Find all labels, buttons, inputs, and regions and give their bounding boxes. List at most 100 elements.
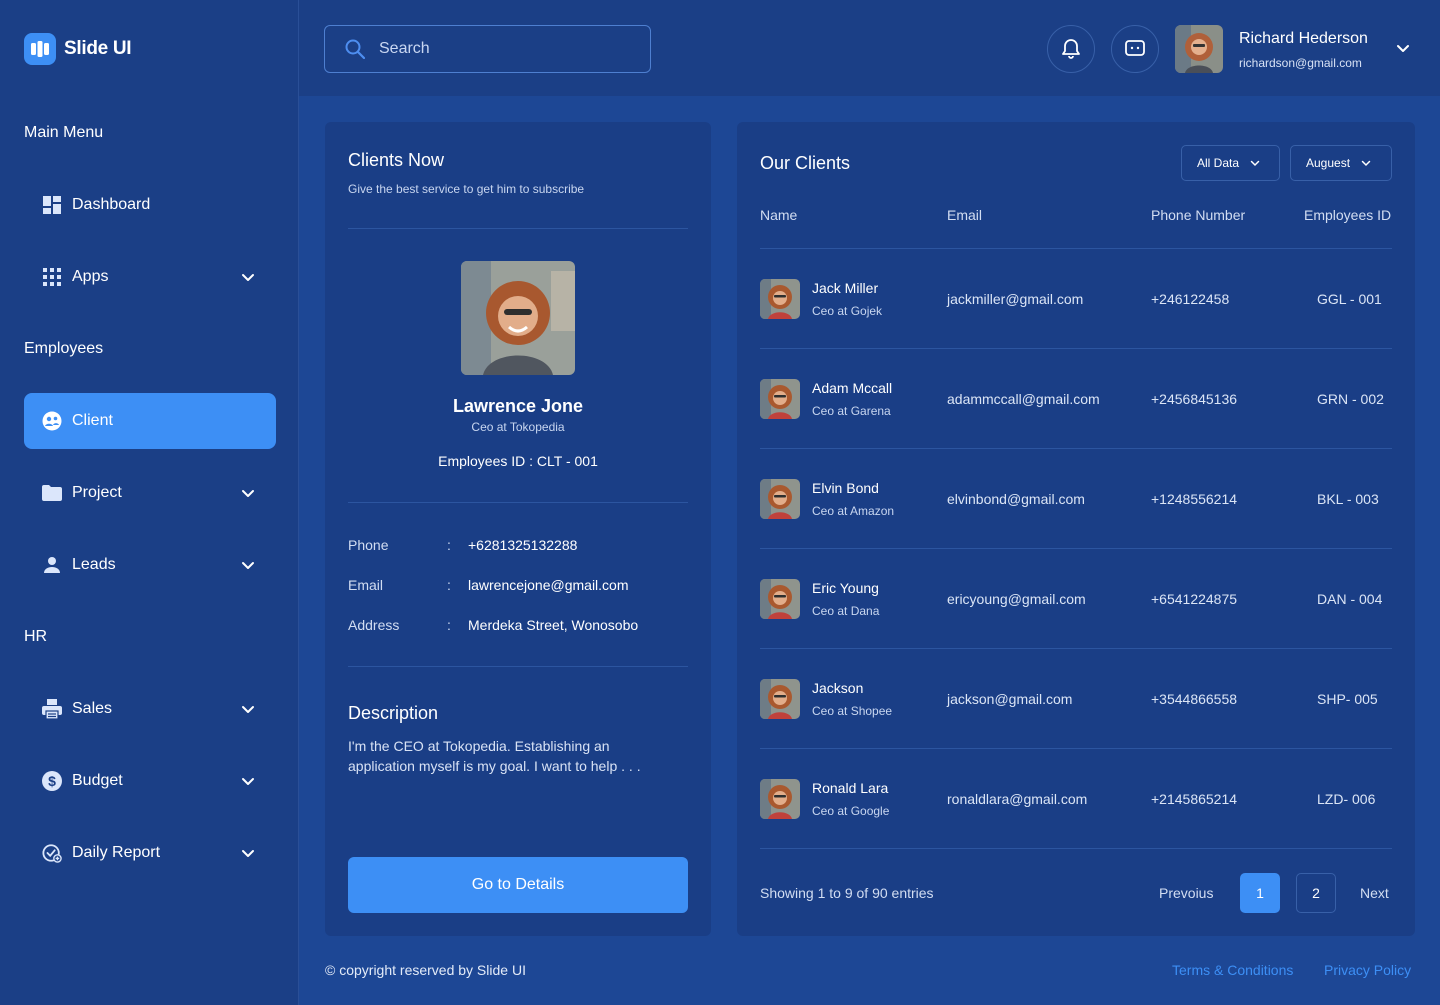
info-label: Phone [348, 537, 389, 553]
sidebar-item-daily-report[interactable]: Daily Report [24, 825, 276, 881]
filter-all-data-dropdown[interactable]: All Data [1181, 145, 1280, 181]
table-row[interactable]: Adam Mccall Ceo at Garena adammccall@gmail… [760, 349, 1392, 449]
table-row[interactable]: Ronald Lara Ceo at Google ronaldlara@gmail… [760, 749, 1392, 849]
client-email: jackson@gmail.com [947, 691, 1073, 707]
sidebar-item-label: Project [72, 484, 122, 501]
client-role: Ceo at Tokopedia [471, 420, 565, 434]
info-colon: : [447, 577, 451, 593]
client-phone: +3544866558 [1151, 691, 1238, 707]
sidebar-item-sales[interactable]: Sales [24, 681, 276, 737]
client-employee-id: Employees ID : CLT - 001 [438, 453, 598, 469]
user-avatar[interactable] [1175, 25, 1223, 73]
client-avatar [760, 779, 800, 819]
client-phone: +2145865214 [1151, 791, 1238, 807]
divider [760, 848, 1392, 849]
client-phone: +6541224875 [1151, 591, 1238, 607]
sidebar: Slide UI Main Menu Dashboard Apps Employ… [0, 0, 299, 1005]
info-colon: : [447, 537, 451, 553]
table-row[interactable]: Jackson Ceo at Shopee jackson@gmail.com +35… [760, 649, 1392, 749]
sidebar-item-client[interactable]: Client [24, 393, 276, 449]
sidebar-item-label: Budget [72, 772, 123, 789]
sidebar-item-label: Apps [72, 268, 109, 285]
info-value: Merdeka Street, Wonosobo [468, 617, 639, 633]
user-email: richardson@gmail.com [1239, 56, 1362, 70]
notification-button[interactable] [1047, 25, 1095, 73]
bell-icon [1062, 39, 1080, 59]
column-header-employee-id[interactable]: Employees ID [1304, 207, 1391, 223]
client-name: Elvin Bond [812, 480, 879, 496]
client-employee-id: SHP- 005 [1317, 691, 1378, 707]
page-2-button[interactable]: 2 [1296, 873, 1336, 913]
chevron-down-icon[interactable] [240, 269, 256, 285]
client-name: Jackson [812, 680, 864, 696]
client-avatar [760, 679, 800, 719]
go-to-details-button[interactable]: Go to Details [348, 857, 688, 913]
client-phone: +1248556214 [1151, 491, 1238, 507]
sidebar-item-apps[interactable]: Apps [24, 249, 276, 305]
client-phone: +246122458 [1151, 291, 1230, 307]
chevron-down-icon[interactable] [240, 557, 256, 573]
table-row[interactable]: Jack Miller Ceo at Gojek jackmiller@gmail.… [760, 249, 1392, 349]
client-role: Ceo at Google [812, 804, 890, 818]
chevron-down-icon[interactable] [240, 773, 256, 789]
chat-icon [1125, 40, 1145, 56]
chevron-down-icon [1361, 160, 1371, 167]
message-button[interactable] [1111, 25, 1159, 73]
sidebar-item-budget[interactable]: $ Budget [24, 753, 276, 809]
sidebar-item-project[interactable]: Project [24, 465, 276, 521]
dropdown-label: Auguest [1306, 156, 1351, 170]
client-role: Ceo at Garena [812, 404, 891, 418]
client-email: adammccall@gmail.com [947, 391, 1100, 407]
column-header-name[interactable]: Name [760, 207, 797, 223]
chevron-down-icon[interactable] [240, 701, 256, 717]
page-1-button[interactable]: 1 [1240, 873, 1280, 913]
search-input[interactable] [379, 40, 619, 58]
info-row-email: Email : lawrencejone@gmail.com [348, 577, 629, 593]
sidebar-item-dashboard[interactable]: Dashboard [24, 177, 276, 233]
column-header-email[interactable]: Email [947, 207, 982, 223]
folder-icon [42, 483, 62, 503]
sidebar-item-label: Client [72, 412, 113, 429]
client-icon [42, 411, 62, 431]
chevron-down-icon[interactable] [240, 845, 256, 861]
copyright: © copyright reserved by Slide UI [325, 962, 526, 978]
terms-link[interactable]: Terms & Conditions [1172, 962, 1293, 978]
client-email: ronaldlara@gmail.com [947, 791, 1088, 807]
table-row[interactable]: Eric Young Ceo at Dana ericyoung@gmail.com… [760, 549, 1392, 649]
client-role: Ceo at Shopee [812, 704, 893, 718]
info-row-address: Address : Merdeka Street, Wonosobo [348, 617, 638, 633]
chevron-down-icon[interactable] [1395, 40, 1411, 56]
search-icon [345, 39, 365, 59]
client-name: Lawrence Jone [452, 396, 584, 416]
chevron-down-icon[interactable] [240, 485, 256, 501]
sidebar-item-leads[interactable]: Leads [24, 537, 276, 593]
divider [348, 666, 688, 667]
info-label: Email [348, 577, 384, 593]
client-role: Ceo at Gojek [812, 304, 883, 318]
previous-page-button[interactable]: Prevoius [1159, 885, 1213, 901]
info-value: +6281325132288 [468, 537, 578, 553]
column-header-phone[interactable]: Phone Number [1151, 207, 1245, 223]
app-logo[interactable]: Slide UI [24, 33, 132, 65]
entries-summary: Showing 1 to 9 of 90 entries [760, 885, 934, 901]
info-row-phone: Phone : +6281325132288 [348, 537, 577, 553]
client-avatar [760, 279, 800, 319]
next-page-button[interactable]: Next [1360, 885, 1389, 901]
filter-month-dropdown[interactable]: Auguest [1290, 145, 1392, 181]
client-employee-id: GRN - 002 [1317, 391, 1384, 407]
app-name: Slide UI [64, 38, 132, 59]
report-check-icon [42, 843, 62, 863]
client-email: ericyoung@gmail.com [947, 591, 1086, 607]
topbar: Richard Hederson richardson@gmail.com [299, 0, 1440, 96]
info-label: Address [348, 617, 400, 633]
client-avatar [760, 479, 800, 519]
chevron-down-icon [1250, 160, 1260, 167]
sidebar-item-label: Leads [72, 556, 116, 573]
client-name: Jack Miller [812, 280, 879, 296]
search-box[interactable] [324, 25, 651, 73]
sidebar-item-label: Dashboard [72, 196, 151, 213]
table-row[interactable]: Elvin Bond Ceo at Amazon elvinbond@gmail.c… [760, 449, 1392, 549]
user-icon [42, 555, 62, 575]
privacy-link[interactable]: Privacy Policy [1324, 962, 1411, 978]
card-title: Our Clients [760, 153, 851, 173]
